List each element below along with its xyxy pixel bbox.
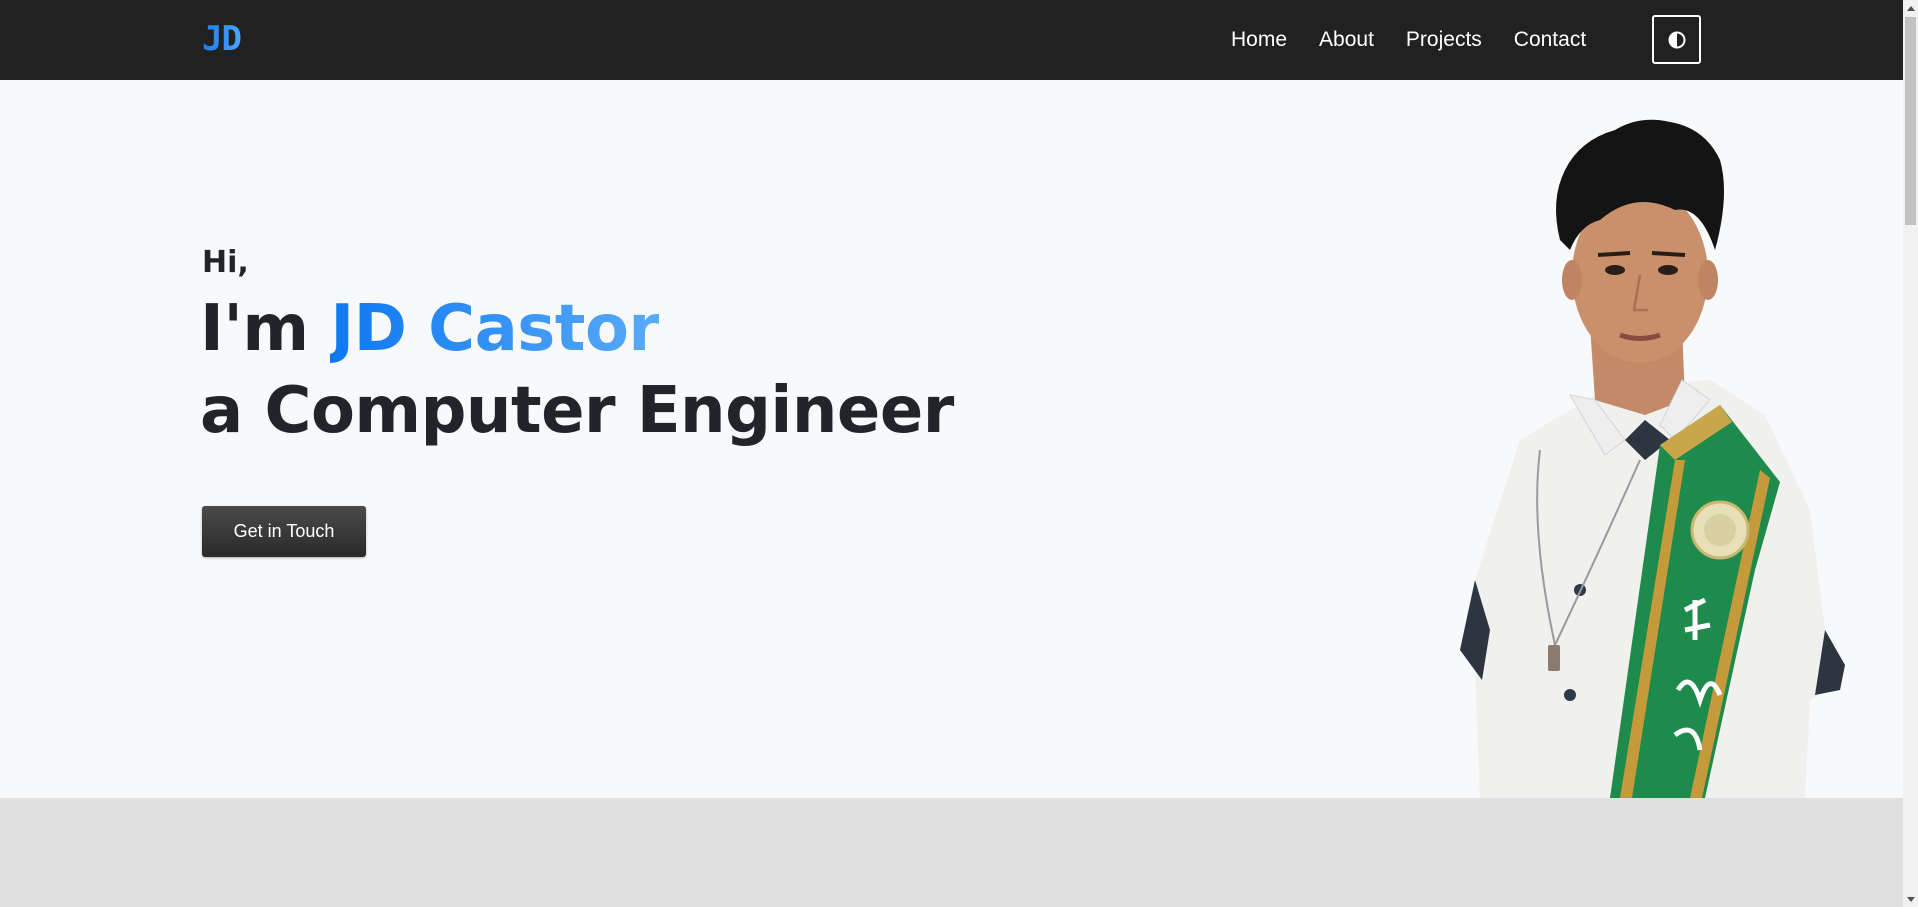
- hero-greeting: Hi,: [202, 245, 249, 280]
- hero-headline-role: a Computer Engineer: [200, 374, 954, 448]
- nav-link-contact[interactable]: Contact: [1514, 28, 1586, 52]
- next-section: [0, 798, 1903, 907]
- half-circle-contrast-icon: [1668, 31, 1685, 48]
- brand-logo[interactable]: JD: [202, 19, 242, 59]
- nav-links: Home About Projects Contact: [1231, 28, 1586, 52]
- scroll-up-arrow-icon[interactable]: [1903, 0, 1918, 15]
- vertical-scrollbar[interactable]: [1903, 0, 1918, 907]
- scroll-down-arrow-icon[interactable]: [1903, 892, 1918, 907]
- hero-headline-name: I'm JD Castor: [200, 292, 660, 366]
- scrollbar-thumb[interactable]: [1905, 17, 1916, 225]
- hero-name: JD Castor: [330, 292, 660, 366]
- nav-link-projects[interactable]: Projects: [1406, 28, 1482, 52]
- nav-link-home[interactable]: Home: [1231, 28, 1287, 52]
- get-in-touch-button[interactable]: Get in Touch: [202, 506, 366, 557]
- page: JD Home About Projects Contact Hi, I'm J…: [0, 0, 1918, 907]
- hero-headline-prefix: I'm: [200, 292, 331, 366]
- nav-link-about[interactable]: About: [1319, 28, 1374, 52]
- navbar: JD Home About Projects Contact: [0, 0, 1903, 80]
- hero-section: Hi, I'm JD Castor a Computer Engineer Ge…: [0, 80, 1903, 798]
- profile-portrait: [1460, 119, 1845, 798]
- theme-toggle-button[interactable]: [1652, 15, 1701, 64]
